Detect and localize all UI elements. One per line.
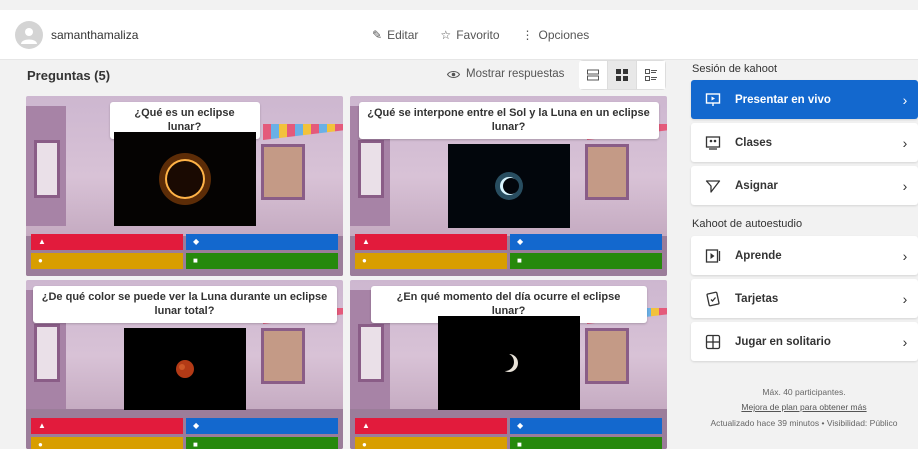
eclipse-image bbox=[448, 144, 570, 228]
flashcards-button[interactable]: Tarjetas › bbox=[691, 279, 918, 318]
presentation-icon bbox=[691, 92, 735, 108]
learn-button[interactable]: Aprende › bbox=[691, 236, 918, 275]
chevron-right-icon: › bbox=[902, 134, 908, 151]
game-grid-icon bbox=[691, 334, 735, 350]
questions-title: Preguntas (5) bbox=[27, 68, 111, 83]
answer-blue: ◆ bbox=[510, 234, 662, 250]
favorite-button[interactable]: ☆ Favorito bbox=[440, 28, 499, 42]
chevron-right-icon: › bbox=[902, 91, 908, 108]
answer-red: ▲ bbox=[31, 234, 183, 250]
present-live-button[interactable]: Presentar en vivo › bbox=[691, 80, 918, 119]
answer-red: ▲ bbox=[355, 234, 507, 250]
options-label: Opciones bbox=[538, 28, 590, 42]
play-solo-button[interactable]: Jugar en solitario › bbox=[691, 322, 918, 361]
selfstudy-section-title: Kahoot de autoestudio bbox=[692, 218, 803, 230]
chevron-right-icon: › bbox=[902, 333, 908, 350]
session-section-title: Sesión de kahoot bbox=[692, 63, 778, 75]
favorite-label: Favorito bbox=[456, 28, 500, 42]
detail-view-button[interactable] bbox=[636, 60, 666, 90]
question-title: ¿De qué color se puede ver la Luna duran… bbox=[32, 286, 337, 323]
present-live-label: Presentar en vivo bbox=[735, 93, 831, 106]
questions-panel: Preguntas (5) Mostrar respuestas ¿Qué es… bbox=[0, 60, 680, 449]
answer-yellow: ● bbox=[355, 253, 507, 269]
sidebar-panel: Sesión de kahoot Presentar en vivo › Cla… bbox=[690, 60, 918, 449]
list-view-icon bbox=[587, 69, 599, 81]
question-image bbox=[438, 316, 580, 410]
answer-yellow: ● bbox=[355, 437, 507, 449]
edit-button[interactable]: ✎ Editar bbox=[372, 28, 418, 42]
avatar[interactable] bbox=[15, 20, 43, 49]
send-icon bbox=[691, 178, 735, 194]
options-button[interactable]: ⋮ Opciones bbox=[522, 28, 590, 42]
assign-label: Asignar bbox=[735, 179, 778, 192]
classes-label: Clases bbox=[735, 136, 773, 149]
question-image bbox=[124, 328, 246, 410]
top-header: samanthamaliza ✎ Editar ☆ Favorito ⋮ Opc… bbox=[0, 10, 918, 60]
user-icon bbox=[21, 27, 37, 44]
flashcards-icon bbox=[691, 291, 735, 307]
question-image bbox=[448, 144, 570, 228]
kahoot-page: samanthamaliza ✎ Editar ☆ Favorito ⋮ Opc… bbox=[0, 0, 918, 449]
answer-red: ▲ bbox=[31, 418, 183, 434]
eclipse-image bbox=[114, 132, 256, 226]
upgrade-plan-link[interactable]: Mejora de plan para obtener más bbox=[690, 402, 918, 412]
updated-visibility-text: Actualizado hace 39 minutos • Visibilida… bbox=[710, 418, 898, 428]
star-icon: ☆ bbox=[440, 28, 452, 42]
answer-yellow: ● bbox=[31, 253, 183, 269]
answer-green: ■ bbox=[186, 437, 338, 449]
answer-green: ■ bbox=[510, 253, 662, 269]
question-title: ¿Qué se interpone entre el Sol y la Luna… bbox=[358, 102, 659, 139]
question-card[interactable]: ¿En qué momento del día ocurre el eclips… bbox=[350, 280, 667, 449]
list-view-button[interactable] bbox=[579, 60, 608, 90]
answer-blue: ◆ bbox=[510, 418, 662, 434]
answer-green: ■ bbox=[186, 253, 338, 269]
answer-green: ■ bbox=[510, 437, 662, 449]
answer-red: ▲ bbox=[355, 418, 507, 434]
answer-yellow: ● bbox=[31, 437, 183, 449]
show-answers-label: Mostrar respuestas bbox=[466, 68, 565, 80]
view-toggle bbox=[579, 60, 666, 90]
grid-view-icon bbox=[616, 69, 628, 81]
play-solo-label: Jugar en solitario bbox=[735, 335, 831, 348]
answer-blue: ◆ bbox=[186, 234, 338, 250]
question-card[interactable]: ¿Qué es un eclipse lunar? ▲ ◆ ● ■ bbox=[26, 96, 343, 276]
question-card[interactable]: ¿De qué color se puede ver la Luna duran… bbox=[26, 280, 343, 449]
blood-moon-image bbox=[124, 328, 246, 410]
question-image bbox=[114, 132, 256, 226]
chevron-right-icon: › bbox=[902, 290, 908, 307]
chevron-right-icon: › bbox=[902, 247, 908, 264]
answer-blue: ◆ bbox=[186, 418, 338, 434]
chevron-right-icon: › bbox=[902, 177, 908, 194]
username[interactable]: samanthamaliza bbox=[51, 28, 138, 42]
edit-label: Editar bbox=[387, 28, 419, 42]
kebab-menu-icon: ⋮ bbox=[521, 28, 534, 42]
question-card[interactable]: ¿Qué se interpone entre el Sol y la Luna… bbox=[350, 96, 667, 276]
pencil-icon: ✎ bbox=[372, 28, 383, 42]
crescent-eclipse-image bbox=[438, 316, 580, 410]
learn-label: Aprende bbox=[735, 249, 782, 262]
grid-view-button[interactable] bbox=[607, 60, 637, 90]
classes-button[interactable]: Clases › bbox=[691, 123, 918, 162]
header-actions: ✎ Editar ☆ Favorito ⋮ Opciones bbox=[372, 10, 589, 60]
show-answers-button[interactable]: Mostrar respuestas bbox=[447, 68, 564, 80]
assign-button[interactable]: Asignar › bbox=[691, 166, 918, 205]
classroom-icon bbox=[691, 135, 735, 151]
eye-icon bbox=[447, 70, 460, 78]
max-participants-text: Máx. 40 participantes. bbox=[762, 387, 846, 397]
flashcards-label: Tarjetas bbox=[735, 292, 779, 305]
detail-view-icon bbox=[645, 69, 657, 81]
play-book-icon bbox=[691, 248, 735, 264]
